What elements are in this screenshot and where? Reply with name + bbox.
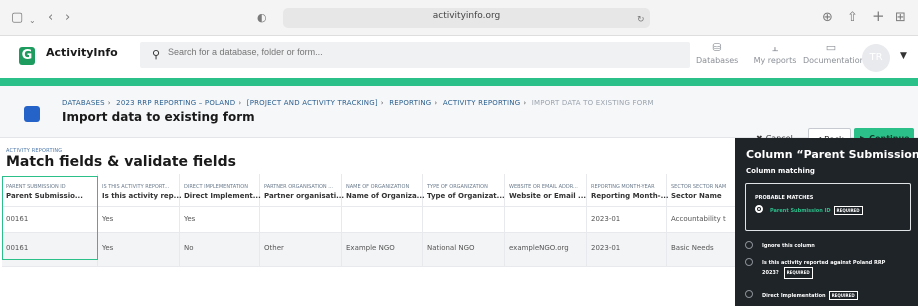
table-cell: Accountability t xyxy=(671,215,726,223)
breadcrumb-reporting[interactable]: REPORTING xyxy=(389,99,431,107)
nav-my-reports-label: My reports xyxy=(753,56,797,65)
column-header: Type of Organizat... xyxy=(427,192,505,200)
panel-subtitle: Column matching xyxy=(746,167,815,175)
column-header: Website or Email ... xyxy=(509,192,587,200)
option-ignore-column[interactable]: Ignore this column xyxy=(762,243,815,249)
table-column[interactable]: SECTOR SECTOR NAM Sector Name Accountabi… xyxy=(667,174,735,266)
breadcrumb-form[interactable]: ACTIVITY REPORTING xyxy=(443,99,521,107)
table-cell: Other xyxy=(264,244,284,252)
column-header-code: SECTOR SECTOR NAM xyxy=(671,184,727,190)
column-header-code: PARTNER ORGANISATION ... xyxy=(264,184,334,190)
table-cell: Example NGO xyxy=(346,244,395,252)
back-arrow-icon[interactable]: ‹ xyxy=(48,9,53,27)
breadcrumb-database[interactable]: 2023 RRP REPORTING – POLAND xyxy=(116,99,235,107)
table-cell: Yes xyxy=(184,215,196,223)
chart-icon: ⫠ xyxy=(771,41,779,54)
column-header-code: TYPE OF ORGANIZATION xyxy=(427,184,488,190)
option-label: Parent Submission ID xyxy=(770,208,831,214)
table-cell: exampleNGO.org xyxy=(509,244,569,252)
table-cell: 2023-01 xyxy=(591,244,621,252)
column-header-code: REPORTING MONTH-YEAR xyxy=(591,184,655,190)
radio-icon[interactable] xyxy=(745,241,753,249)
table-cell: National NGO xyxy=(427,244,475,252)
shield-icon[interactable]: ◐ xyxy=(257,9,267,27)
nav-databases[interactable]: ⛁ Databases xyxy=(696,41,739,66)
database-icon: ⛁ xyxy=(712,41,722,54)
column-header: Is this activity rep... xyxy=(102,192,182,200)
column-header-code: IS THIS ACTIVITY REPORT... xyxy=(102,184,170,190)
chevron-down-icon[interactable]: ⌄ xyxy=(29,12,36,30)
share-icon[interactable]: ⇧ xyxy=(847,9,858,27)
tab-overview-icon[interactable]: ⊞ xyxy=(895,9,906,27)
activityinfo-logo-icon[interactable]: G xyxy=(19,47,35,65)
option-direct-implementation[interactable]: Direct Implementation REQUIRED xyxy=(762,291,858,300)
breadcrumb-current: IMPORT DATA TO EXISTING FORM xyxy=(531,99,654,107)
breadcrumb: DATABASES › 2023 RRP REPORTING – POLAND › … xyxy=(62,99,654,107)
new-tab-icon[interactable]: + xyxy=(872,7,885,25)
selected-column-outline xyxy=(2,176,98,260)
accent-strip xyxy=(0,78,918,86)
column-header: Reporting Month-... xyxy=(591,192,669,200)
table-cell: Basic Needs xyxy=(671,244,714,252)
address-bar[interactable]: activityinfo.org xyxy=(283,8,650,28)
column-header-code: NAME OF ORGANIZATION xyxy=(346,184,410,190)
option-label: Direct Implementation xyxy=(762,293,826,299)
table-column[interactable]: PARTNER ORGANISATION ... Partner organis… xyxy=(260,174,345,266)
nav-documentation[interactable]: ▭ Documentation xyxy=(803,41,865,66)
search-input[interactable] xyxy=(168,47,568,57)
column-header-code: WEBSITE OR EMAIL ADDR... xyxy=(509,184,578,190)
required-badge: REQUIRED xyxy=(833,206,863,215)
book-icon: ▭ xyxy=(825,41,837,54)
reload-icon[interactable]: ↻ xyxy=(637,11,645,29)
required-badge: REQUIRED xyxy=(783,267,813,279)
required-badge: REQUIRED xyxy=(828,291,858,300)
radio-icon[interactable] xyxy=(745,290,753,298)
url-text: activityinfo.org xyxy=(432,11,501,21)
forward-arrow-icon[interactable]: › xyxy=(65,9,70,27)
option-parent-submission-id[interactable]: Parent Submission ID REQUIRED xyxy=(770,206,863,215)
table-column[interactable]: NAME OF ORGANIZATION Name of Organiza...… xyxy=(342,174,425,266)
breadcrumb-databases[interactable]: DATABASES xyxy=(62,99,105,107)
table-column[interactable]: IS THIS ACTIVITY REPORT... Is this activ… xyxy=(98,174,182,266)
table-column[interactable]: REPORTING MONTH-YEAR Reporting Month-...… xyxy=(587,174,669,266)
table-cell: Yes xyxy=(102,215,114,223)
nav-databases-label: Databases xyxy=(696,56,739,65)
column-header-code: DIRECT IMPLEMENTATION xyxy=(184,184,248,190)
column-header: Name of Organiza... xyxy=(346,192,425,200)
search-icon: ⚲ xyxy=(152,48,161,61)
nav-documentation-label: Documentation xyxy=(803,56,865,65)
breadcrumb-folder[interactable]: [PROJECT AND ACTIVITY TRACKING] xyxy=(247,99,378,107)
table-column[interactable]: DIRECT IMPLEMENTATION Direct Implement..… xyxy=(180,174,261,266)
caret-down-icon[interactable]: ▼ xyxy=(900,51,907,61)
table-cell: Yes xyxy=(102,244,114,252)
table-cell: 2023-01 xyxy=(591,215,621,223)
radio-selected-icon[interactable] xyxy=(755,205,763,213)
sidebar-toggle-icon[interactable]: ▢ xyxy=(11,9,23,27)
page-title: Import data to existing form xyxy=(62,110,255,124)
table-cell: No xyxy=(184,244,194,252)
option-label: Is this activity reported against Poland… xyxy=(762,260,886,276)
radio-icon[interactable] xyxy=(745,258,753,266)
panel-title: Column “Parent Submission I... xyxy=(746,148,918,161)
avatar[interactable]: TR xyxy=(862,44,890,72)
option-is-this-activity[interactable]: Is this activity reported against Poland… xyxy=(762,259,902,279)
probable-matches-label: PROBABLE MATCHES xyxy=(755,195,814,201)
download-icon[interactable]: ⊕ xyxy=(822,9,833,27)
table-column[interactable]: WEBSITE OR EMAIL ADDR... Website or Emai… xyxy=(505,174,587,266)
column-header: Sector Name xyxy=(671,192,722,200)
nav-my-reports[interactable]: ⫠ My reports xyxy=(752,41,798,66)
table-column[interactable]: TYPE OF ORGANIZATION Type of Organizat..… xyxy=(423,174,505,266)
column-header: Direct Implement... xyxy=(184,192,261,200)
section-title: Match fields & validate fields xyxy=(6,154,236,170)
column-header: Partner organisati... xyxy=(264,192,345,200)
brand-name[interactable]: ActivityInfo xyxy=(46,46,122,66)
database-icon xyxy=(24,106,40,122)
